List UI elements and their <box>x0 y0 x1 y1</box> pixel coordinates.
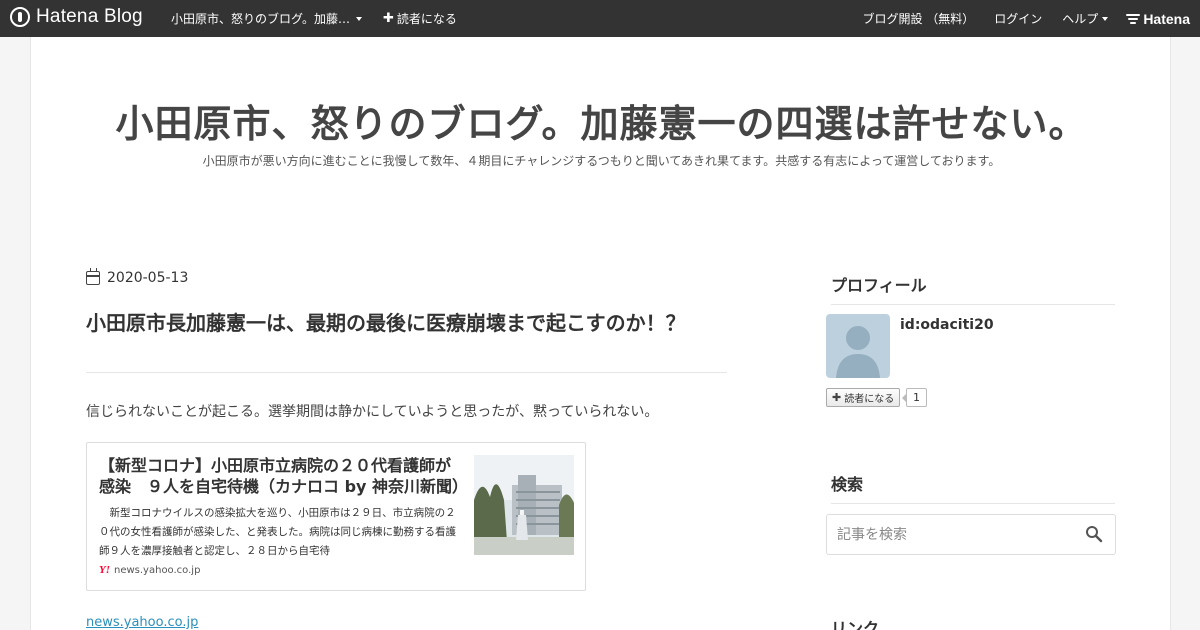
plus-icon: ✚ <box>832 391 842 404</box>
profile-id-link[interactable]: id:odaciti20 <box>900 317 994 333</box>
sidebar-search-heading: 検索 <box>831 471 1115 504</box>
chevron-down-icon <box>1102 16 1109 21</box>
link-embed-card[interactable]: 【新型コロナ】小田原市立病院の２０代看護師が感染 ９人を自宅待機（カナロコ by… <box>86 442 586 591</box>
entry-date[interactable]: 2020-05-13 <box>86 268 189 286</box>
plus-icon: ✚ <box>383 11 394 26</box>
sidebar-profile-heading: プロフィール <box>831 272 1115 305</box>
help-label: ヘルプ <box>1062 12 1099 26</box>
entry-title[interactable]: 小田原市長加藤憲一は、最期の最後に医療崩壊まで起こすのか！？ <box>86 307 736 336</box>
sidebar-subscribe-label: 読者になる <box>844 394 895 405</box>
blog-menu-dropdown[interactable]: 小田原市、怒りのブログ。加藤… <box>171 10 363 27</box>
topbar-subscribe-label: 読者になる <box>396 12 457 26</box>
entry-divider <box>86 372 727 373</box>
help-menu[interactable]: ヘルプ <box>1062 10 1109 27</box>
search-icon[interactable] <box>1085 525 1103 543</box>
embed-title[interactable]: 【新型コロナ】小田原市立病院の２０代看護師が感染 ９人を自宅待機（カナロコ by… <box>99 455 461 498</box>
embed-source-text: news.yahoo.co.jp <box>114 564 201 576</box>
embed-thumbnail-image[interactable] <box>474 455 574 555</box>
hatena-logo-text: Hatena <box>1143 10 1190 27</box>
start-blog-link[interactable]: ブログ開設 （無料） <box>862 10 974 27</box>
embed-description: 新型コロナウイルスの感染拡大を巡り、小田原市は２９日、市立病院の２０代の女性看護… <box>99 507 456 557</box>
hatena-lines-icon <box>1126 13 1141 24</box>
links-heading-text: リンク <box>831 619 880 630</box>
login-link[interactable]: ログイン <box>994 10 1042 27</box>
brand-name: Hatena Blog <box>36 6 143 27</box>
subscriber-count[interactable]: 1 <box>902 388 927 407</box>
search-form <box>826 514 1116 555</box>
blog-title[interactable]: 小田原市、怒りのブログ。加藤憲一の四選は許せない。 <box>31 93 1172 148</box>
entry-body-text: 信じられないことが起こる。選挙期間は静かにしていようと思ったが、黙っていられない… <box>86 404 659 420</box>
hatena-blog-logo-icon <box>10 7 30 27</box>
profile-heading-text: プロフィール <box>831 276 927 295</box>
entry-date-text: 2020-05-13 <box>107 270 189 286</box>
search-input[interactable] <box>827 515 1072 554</box>
entry-source-link[interactable]: news.yahoo.co.jp <box>86 615 198 630</box>
sidebar-links-heading: リンク <box>831 615 1115 630</box>
hatena-logo-link[interactable]: Hatena <box>1126 11 1190 27</box>
blog-container: 小田原市、怒りのブログ。加藤憲一の四選は許せない。 小田原市が悪い方向に進むこと… <box>30 37 1171 630</box>
yahoo-favicon-icon: Y! <box>99 564 110 576</box>
blog-description: 小田原市が悪い方向に進むことに我慢して数年、４期目にチャレンジするつもりと聞いて… <box>202 154 1001 168</box>
chevron-down-icon <box>356 16 363 21</box>
sidebar-subscribe-button[interactable]: ✚ 読者になる <box>826 388 901 407</box>
topbar-right-nav: ブログ開設 （無料） ログイン ヘルプ Hatena <box>842 10 1190 27</box>
search-heading-text: 検索 <box>831 475 864 494</box>
calendar-icon <box>86 268 100 285</box>
hatena-top-bar: Hatena Blog 小田原市、怒りのブログ。加藤… ✚ 読者になる ブログ開… <box>0 0 1200 37</box>
user-silhouette-icon[interactable] <box>826 314 890 378</box>
embed-source[interactable]: Y! news.yahoo.co.jp <box>99 564 200 576</box>
topbar-subscribe-button[interactable]: ✚ 読者になる <box>383 10 457 27</box>
blog-menu-label: 小田原市、怒りのブログ。加藤… <box>171 12 351 26</box>
hatena-blog-brand[interactable]: Hatena Blog <box>10 6 143 28</box>
